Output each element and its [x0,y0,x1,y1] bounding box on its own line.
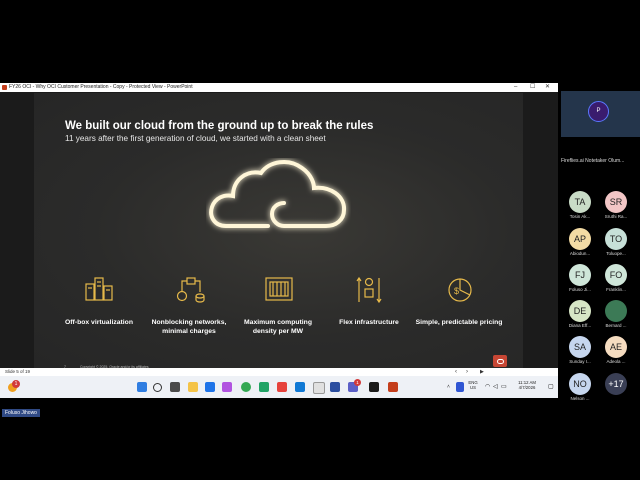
participant-name: Franklin... [606,287,626,292]
participant-avatar[interactable]: AP [569,228,591,250]
search-icon[interactable] [153,383,162,392]
flex-arrows-icon [356,276,382,304]
status-bar: Slide 5 of 19 ‹ › ▶ [0,368,558,376]
start-icon[interactable] [137,382,147,392]
language-indicator[interactable]: ENG US [466,380,480,390]
weather-icon[interactable]: 1 [4,378,20,394]
pricing-pie-icon: $ [448,278,472,302]
participant-name: Foluso Ji... [569,287,591,292]
excel-icon[interactable] [259,382,269,392]
slide-subtitle: 11 years after the first generation of c… [65,134,326,143]
participant-name: Sruthi Ra... [604,214,628,219]
teams-icon[interactable]: 1 [348,379,361,392]
self-video-tile[interactable]: P [561,91,640,137]
notepad-icon[interactable] [313,382,325,394]
servers-icon [85,277,113,301]
minimize-button[interactable]: – [514,83,517,92]
microphone-icon[interactable] [456,382,464,392]
teams-badge: 1 [354,379,361,386]
next-slide-icon[interactable]: › [466,368,468,376]
participant-name-fireflies: Fireflies.ai Notetaker Olum... [561,158,625,164]
copilot-icon[interactable] [222,382,232,392]
feature-label-flex: Flex infrastructure [339,319,399,326]
feature-label-offbox: Off-box virtualization [65,319,133,326]
clock-date: 4/7/2026 [518,385,536,390]
participant-avatar[interactable]: DE [569,300,591,322]
self-avatar: P [588,101,609,122]
close-button[interactable]: ✕ [545,83,550,92]
powerpoint-logo-icon [2,85,7,90]
cloud-icon [209,160,346,228]
wifi-icon[interactable]: ◠ [485,383,490,390]
notification-badge: 1 [12,380,20,388]
file-explorer-icon[interactable] [188,382,198,392]
active-speaker-label: Foluso Jihowo [2,409,40,417]
participant-avatar[interactable]: +17 [605,373,627,395]
battery-icon[interactable]: ▭ [501,383,507,390]
window-title: FY26 OCI - Why OCI Customer Presentation… [9,84,193,90]
participant-name: Toluope... [606,251,626,256]
participant-name: Adeola ... [606,359,626,364]
slide-counter: Slide 5 of 19 [5,369,31,374]
svg-text:$: $ [454,286,459,296]
slide-canvas: We built our cloud from the ground up to… [34,93,523,369]
play-icon[interactable]: ▶ [480,368,484,376]
feature-label-pricing: Simple, predictable pricing [415,319,503,326]
prev-slide-icon[interactable]: ‹ [455,368,457,376]
clock[interactable]: 11:12 AM 4/7/2026 [512,380,542,390]
participant-avatar[interactable]: FO [605,264,627,286]
participant-avatar[interactable]: FJ [569,264,591,286]
participant-name: Sunday I... [569,359,591,364]
oracle-logo-icon [493,355,507,367]
feature-label-networks: Nonblocking networks, minimal charges [151,319,227,335]
window-titlebar: FY26 OCI - Why OCI Customer Presentation… [0,83,558,92]
terminal-icon[interactable] [369,382,379,392]
windows-taskbar: 1 1 ˄ ENG US ◠ ◁ ▭ 11:12 AM 4/7/2026 ▢ [0,376,558,398]
powerpoint-taskbar-icon[interactable] [388,382,398,392]
powerpoint-window: FY26 OCI - Why OCI Customer Presentation… [0,83,558,398]
participant-name: Abiodun... [569,251,591,256]
maximize-button[interactable]: ☐ [530,83,535,92]
participant-avatar[interactable]: TO [605,228,627,250]
participant-name: Bernard ... [605,323,627,328]
chrome-icon[interactable] [241,382,251,392]
edge-icon[interactable] [295,382,305,392]
feature-label-density: Maximum computing density per MW [244,319,312,335]
participant-avatar[interactable]: NO [569,373,591,395]
acrobat-icon[interactable] [277,382,287,392]
participant-name: Diana Eff... [568,323,592,328]
participant-avatar[interactable]: SA [569,336,591,358]
compute-chip-icon [265,277,293,301]
outlook-icon[interactable] [205,382,215,392]
word-icon[interactable] [330,382,340,392]
participant-avatar[interactable] [605,300,627,322]
participant-name: Tosin Ak... [569,214,591,219]
task-view-icon[interactable] [170,382,180,392]
slide-title: We built our cloud from the ground up to… [65,120,374,132]
participant-avatar[interactable]: AE [605,336,627,358]
network-icon [176,277,205,303]
participant-name: Nelson ... [570,396,590,401]
speaker-icon[interactable]: ◁ [493,383,498,390]
chevron-up-icon[interactable]: ˄ [447,384,450,390]
participant-avatar[interactable]: TA [569,191,591,213]
region-code: US [470,385,476,390]
participant-avatar[interactable]: SR [605,191,627,213]
notifications-icon[interactable]: ▢ [548,383,554,390]
